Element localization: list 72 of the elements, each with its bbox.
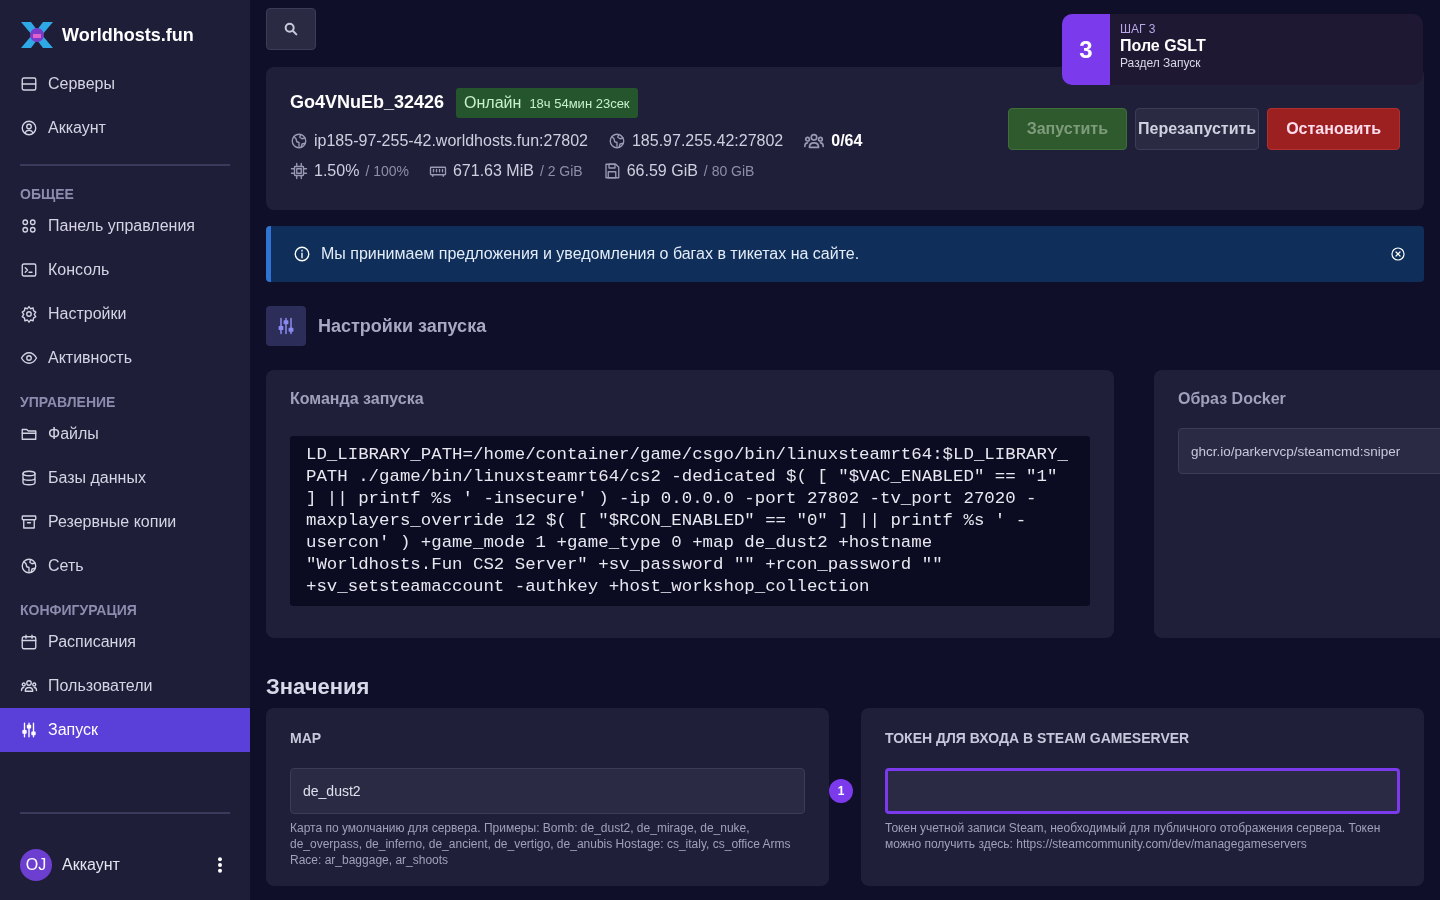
sidebar-item[interactable]: Файлы [0,412,250,456]
sidebar-item[interactable]: Настройки [0,292,250,336]
settings-icon [20,305,38,323]
globe-icon [607,131,626,150]
sidebar-item[interactable]: Серверы [0,62,250,106]
step-label: ШАГ 3 [1120,22,1157,36]
address-text: ip185-97-255-42.worldhosts.fun:27802 [314,131,588,150]
account-label[interactable]: Аккаунт [62,856,200,874]
logo-icon [20,20,54,50]
uptime-text: 18ч 54мин 23сек [529,95,630,111]
close-icon[interactable] [1390,246,1406,262]
archive-icon [20,513,38,531]
users-icon [20,677,38,695]
sidebar-item[interactable]: Консоль [0,248,250,292]
restart-button[interactable]: Перезапустить [1135,107,1260,150]
terminal-icon [20,261,38,279]
sidebar-item[interactable]: Запуск [0,708,250,752]
field-label: ТОКЕН ДЛЯ ВХОДА В STEAM GAMESERVER [885,730,1191,746]
stat-limit: / 100% [365,162,409,179]
address-text: 185.97.255.42:27802 [631,131,784,150]
info-icon [293,245,311,263]
brand-name: Worldhosts.fun [62,24,194,46]
section-heading: ОБЩЕЕ [19,186,75,202]
sidebar-item[interactable]: Базы данных [0,456,250,500]
section-heading: УПРАВЛЕНИЕ [19,394,117,410]
database-icon [20,469,38,487]
help-text: Карта по умолчанию для сервера. Примеры: Bomb: de_dust2, de_mirage, de_nuke, de_overpass, de_inferno, de_ancient, de_vertigo, de_anubis Hostage: cs_italy, cs_office Arms Race: ar_baggage, ar_shoots [290,820,792,868]
status-text: Онлайн [464,93,522,112]
stat-value: 671.63 MiB [452,161,534,180]
docker-image-field[interactable]: ghcr.io/parkervcp/steamcmd:sniper [1178,428,1440,474]
sidebar-item[interactable]: Расписания [0,620,250,664]
search-icon [283,21,299,37]
eye-icon [20,349,38,367]
section-title: Настройки запуска [318,315,487,337]
stop-button[interactable]: Остановить [1267,107,1400,150]
card-title: Команда запуска [290,390,425,408]
stat-limit: / 2 GiB [539,162,583,179]
sidebar-item[interactable]: Резервные копии [0,500,250,544]
stat-value: 1.50% [314,161,360,180]
card-title: Образ Docker [1178,390,1287,408]
step-subtitle: Раздел Запуск [1120,56,1202,70]
search-button[interactable] [266,8,316,50]
sidebar-item[interactable]: Активность [0,336,250,380]
user-icon [20,119,38,137]
notice-text: Мы принимаем предложения и уведомления о багах в тикетах на сайте. [321,245,861,263]
sliders-icon [20,721,38,739]
globe-icon [290,131,308,150]
cpu-icon [290,161,308,180]
field-label: MAP [290,730,323,746]
step-number: 3 [1062,14,1110,85]
server-name: Go4VNuEb_32426 [290,92,445,113]
input-field[interactable] [885,768,1400,814]
calendar-icon [20,633,38,651]
player-count: 0/64 [831,131,863,150]
sliders-icon [276,316,296,336]
sidebar-item[interactable]: Панель управления [0,204,250,248]
stat-value: 66.59 GiB [626,161,698,180]
help-text: Токен учетной записи Steam, необходимый для публичного отображения сервера. Токен можно получить здесь: https://steamcommunity.com/dev/managegameservers [885,820,1382,852]
sidebar-item[interactable]: Пользователи [0,664,250,708]
section-heading: КОНФИГУРАЦИЯ [19,602,138,618]
command-code: LD_LIBRARY_PATH=/home/container/game/csgo/bin/linuxsteamrt64:$LD_LIBRARY_PATH ./game/bin/linuxsteamrt64/cs2 -dedicated $( [ "$VAC_ENABLED" == "1" ] || printf %s ' -insecure' ) -ip 0.0.0.0 -port 27802 -tv_port 27020 -maxplayers_override 12 $( [ "$RCON_ENABLED" == "0" ] || printf %s ' -usercon' ) +game_mode 1 +game_type 0 +map de_dust2 +hostname "Worldhosts.Fun CS2 Server" +sv_password "" +rcon_password "" +sv_setsteamaccount -authkey +host_workshop_collection [290,436,1090,606]
sidebar-item[interactable]: Сеть [0,544,250,588]
globe-icon [20,557,38,575]
step-title: Поле GSLT [1120,37,1206,55]
grid-icon [20,217,38,235]
server-icon [20,75,38,93]
sidebar-item[interactable]: Аккаунт [0,106,250,150]
section-title: Значения [266,674,371,700]
step-marker: 1 [829,779,853,803]
input-field[interactable]: de_dust2 [290,768,805,814]
avatar[interactable]: OJ [20,849,52,881]
stat-limit: / 80 GiB [703,162,755,179]
